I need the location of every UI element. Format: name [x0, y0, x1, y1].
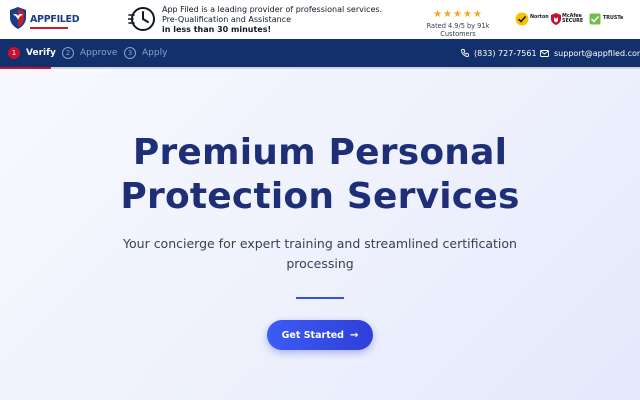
step-number: 3 [124, 47, 136, 59]
shield-eagle-icon [10, 7, 26, 29]
top-header: APPFILED App Filed is a leading provider… [0, 0, 640, 39]
step-number: 2 [62, 47, 74, 59]
step-label: Approve [80, 48, 118, 58]
rating-text: Rated 4.9/5 by 91k Customers [426, 22, 490, 38]
hero-title: Premium Personal Protection Services [60, 131, 580, 219]
tagline-line-2: Pre-Qualification and Assistance [162, 15, 292, 24]
phone-link[interactable]: (833) 727-7561 [461, 46, 537, 60]
mcafee-label: McAfee SECURE [562, 14, 584, 25]
header-tagline: App Filed is a leading provider of profe… [162, 5, 392, 35]
hero-title-line-1: Premium Personal [132, 132, 508, 173]
step-label: Verify [26, 48, 56, 58]
arrow-right-icon: → [349, 329, 359, 341]
tagline-line-3: in less than 30 minutes! [162, 25, 272, 34]
step-number: 1 [8, 47, 20, 59]
email-link[interactable]: support@appfiled.com [540, 46, 640, 60]
truste-badge: TRUSTe [589, 11, 629, 27]
step-apply[interactable]: 3 Apply [124, 46, 167, 60]
norton-check-icon [515, 12, 529, 26]
truste-label: TRUSTe [603, 16, 624, 21]
hero-section: Premium Personal Protection Services You… [0, 69, 640, 400]
email-address: support@appfiled.com [554, 48, 640, 58]
appfiled-logo[interactable]: APPFILED [8, 6, 80, 34]
mcafee-shield-icon [551, 13, 561, 25]
rating-stars-icon: ★★★★★ [433, 9, 483, 20]
get-started-label: Get Started [281, 329, 344, 341]
mail-icon [540, 49, 549, 57]
step-verify[interactable]: 1 Verify [8, 46, 56, 60]
norton-badge: Norton [515, 11, 549, 27]
hero-title-line-2: Protection Services [120, 176, 520, 217]
norton-label: Norton [530, 15, 549, 20]
phone-icon [461, 49, 469, 57]
customer-rating: ★★★★★ Rated 4.9/5 by 91k Customers [410, 9, 506, 38]
hero-divider [296, 297, 344, 299]
step-approve[interactable]: 2 Approve [62, 46, 117, 60]
truste-check-icon [589, 13, 601, 25]
tagline-line-1: App Filed is a leading provider of profe… [162, 5, 383, 14]
phone-number: (833) 727-7561 [474, 48, 537, 58]
mcafee-badge: McAfee SECURE [551, 11, 583, 27]
step-label: Apply [142, 48, 168, 58]
get-started-button[interactable]: Get Started → [267, 320, 373, 350]
clock-icon [128, 7, 155, 31]
logo-underline [30, 27, 68, 29]
logo-text: APPFILED [30, 14, 80, 25]
hero-subtitle: Your concierge for expert training and s… [123, 236, 517, 271]
